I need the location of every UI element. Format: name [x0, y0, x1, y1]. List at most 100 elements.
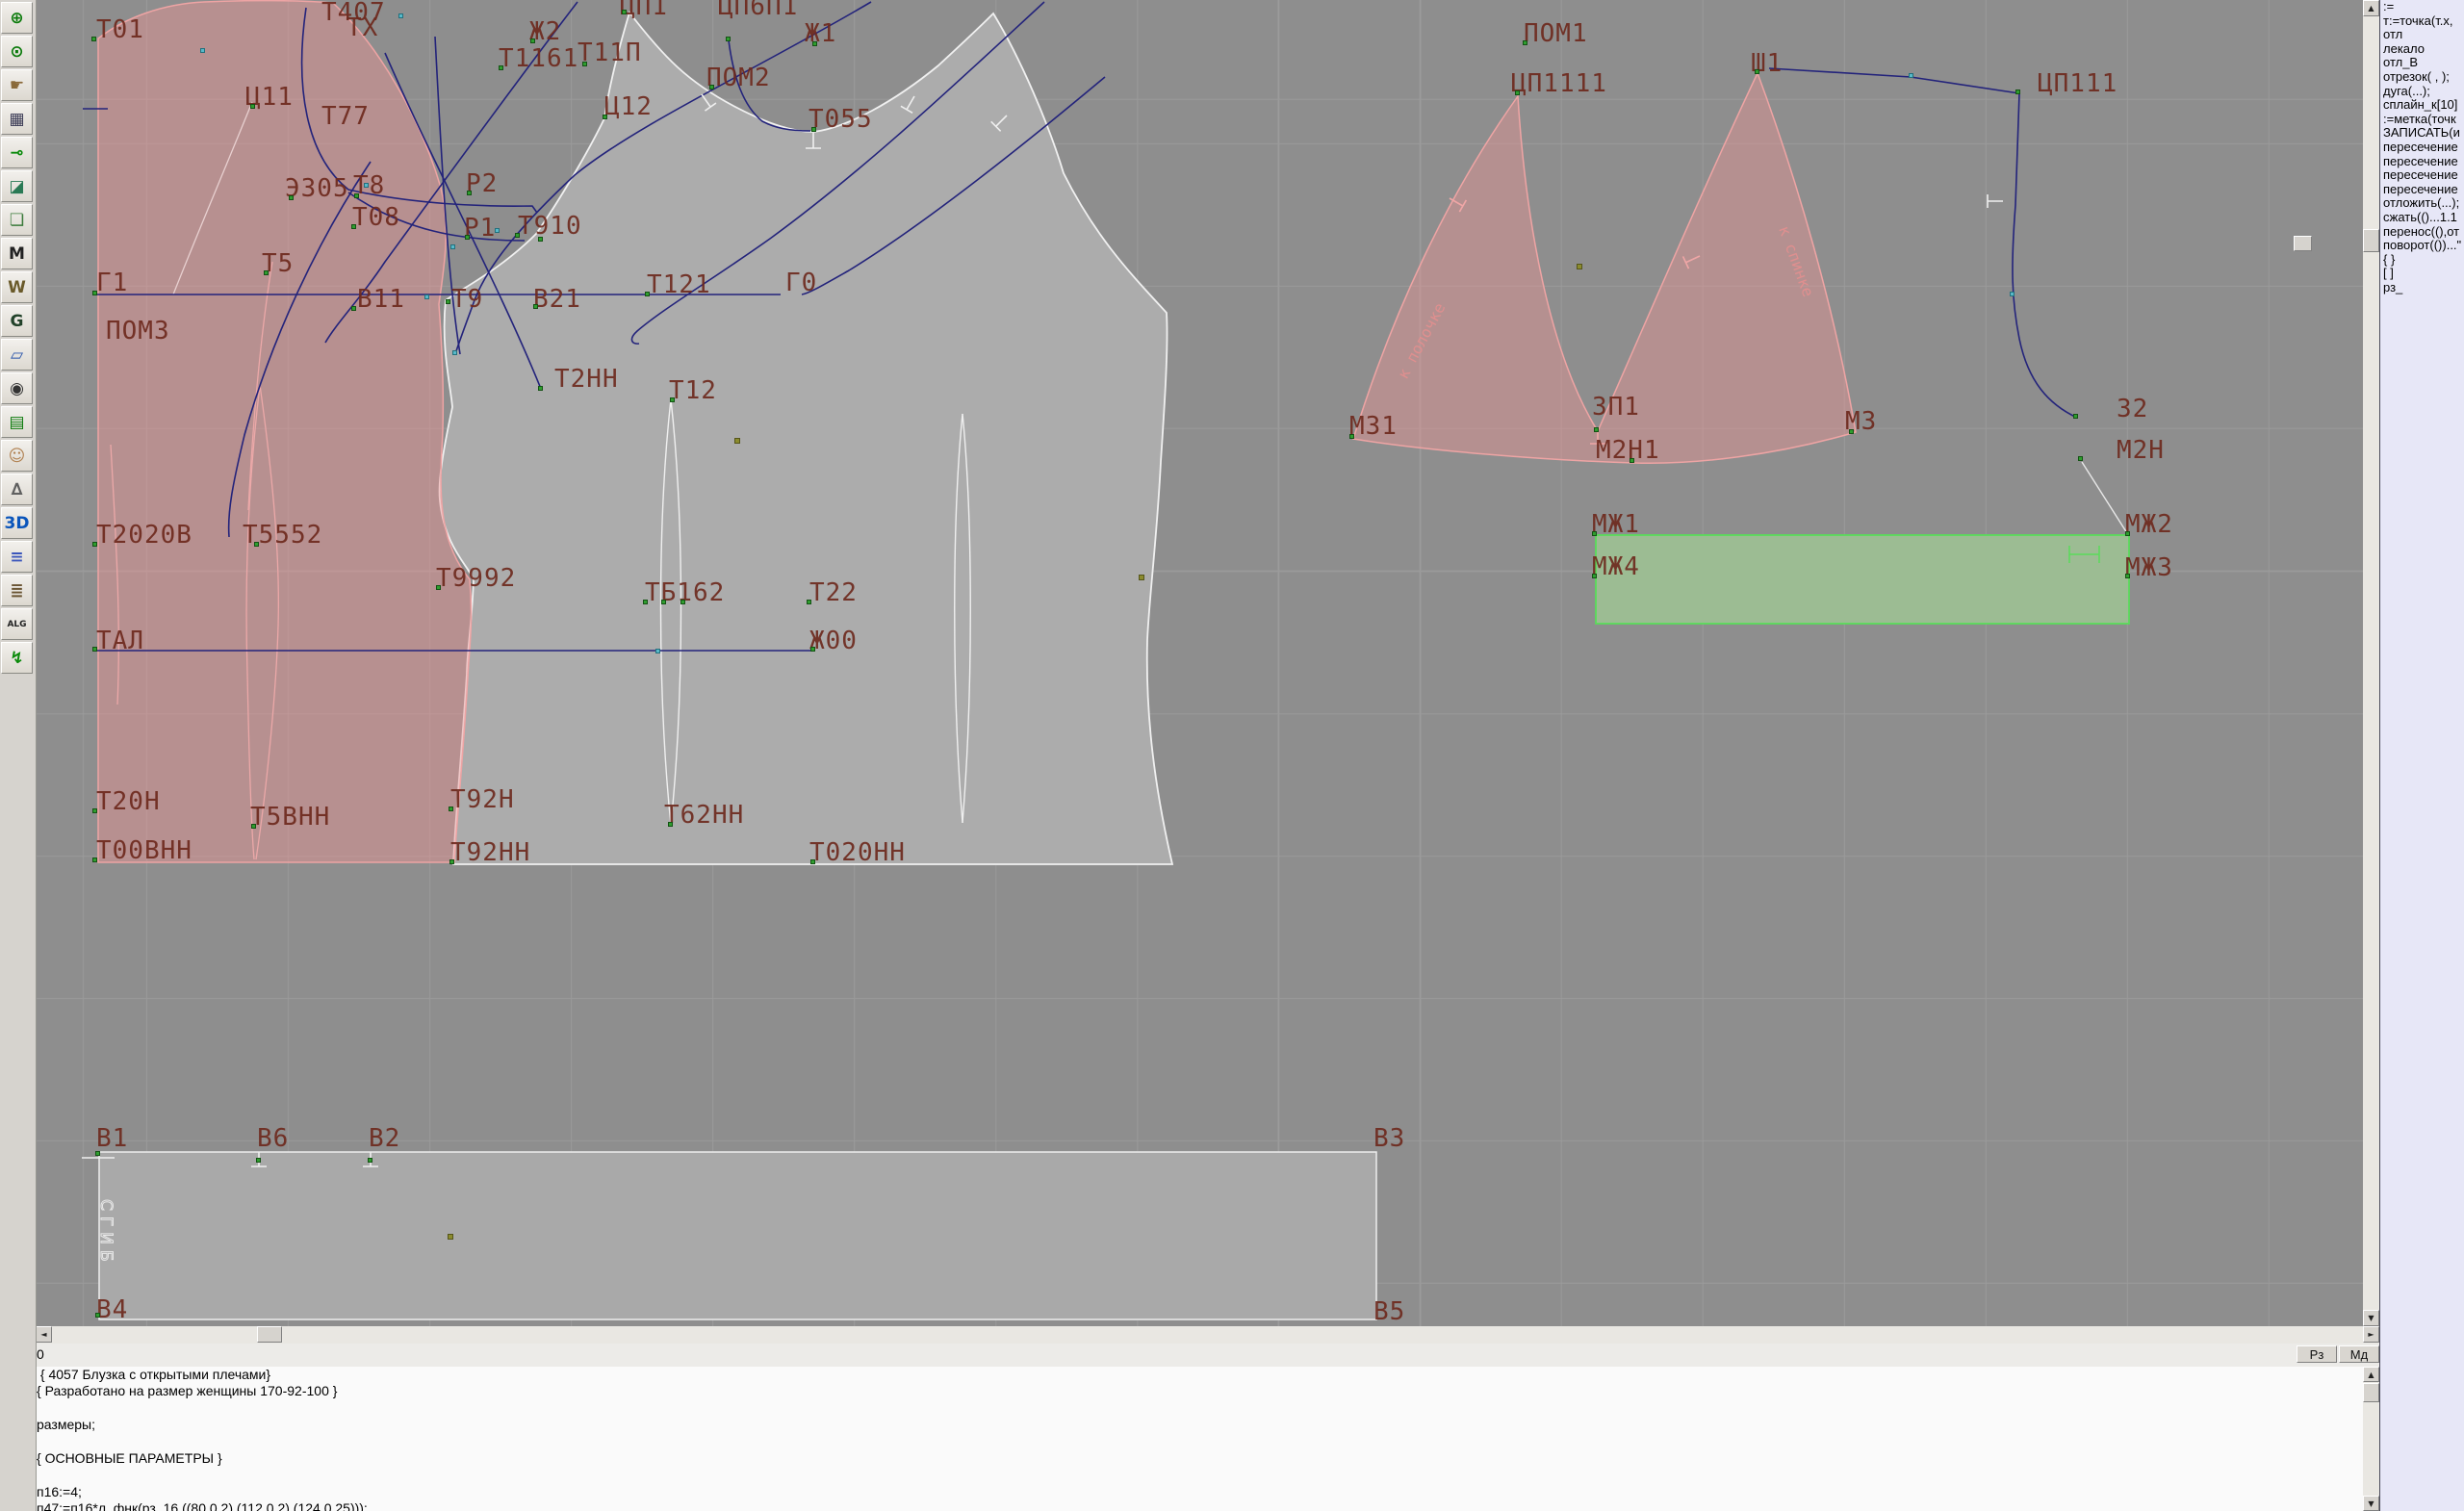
- construction-point: [807, 600, 811, 604]
- scroll-left-button[interactable]: ◄: [36, 1326, 52, 1343]
- point-label: В6: [257, 1126, 289, 1151]
- command-item[interactable]: отрезок( , );: [2380, 70, 2464, 85]
- pattern-piece-icon[interactable]: ❏: [1, 204, 33, 236]
- command-item[interactable]: пересечение: [2380, 141, 2464, 155]
- point-label: МЖ3: [2125, 555, 2173, 580]
- point-label: Т121: [647, 272, 711, 297]
- pattern-g-icon[interactable]: G: [1, 305, 33, 337]
- point-label: Т12: [669, 378, 717, 403]
- green-band-piece: [1596, 535, 2129, 624]
- command-item[interactable]: дуга(...);: [2380, 85, 2464, 99]
- command-item[interactable]: рз_: [2380, 281, 2464, 295]
- command-item[interactable]: сжать(()...1.1: [2380, 211, 2464, 225]
- editor-vscrollbar[interactable]: ▲ ▼: [2363, 1367, 2379, 1511]
- measure-line-icon[interactable]: ⊸: [1, 137, 33, 168]
- status-value: 0: [37, 1346, 44, 1362]
- md-button[interactable]: Мд: [2339, 1345, 2379, 1363]
- command-item[interactable]: сплайн_к[10]: [2380, 98, 2464, 113]
- code-editor[interactable]: { 4057 Блузка с открытыми плечами}{ Разр…: [0, 1367, 2363, 1511]
- point-label: Т77: [321, 104, 370, 129]
- editor-scroll-up-button[interactable]: ▲: [2363, 1367, 2379, 1382]
- hscroll-thumb[interactable]: [257, 1326, 282, 1343]
- scroll-down-button[interactable]: ▼: [2363, 1310, 2379, 1326]
- construction-point: [446, 299, 450, 304]
- construction-point: [2125, 531, 2130, 536]
- point-label: МЖ4: [1592, 554, 1640, 579]
- command-item[interactable]: пересечение: [2380, 168, 2464, 183]
- command-item[interactable]: пересечение: [2380, 155, 2464, 169]
- construction-point: [91, 37, 96, 41]
- construction-point: [1349, 434, 1354, 439]
- bottom-band-piece: [99, 1152, 1376, 1319]
- construction-point: [351, 224, 356, 229]
- books-icon[interactable]: ≣: [1, 575, 33, 606]
- table-report-icon[interactable]: ▤: [1, 406, 33, 438]
- zoom-sheet-icon: ⊙: [10, 42, 23, 62]
- code-line: п16:=4;: [0, 1484, 2363, 1500]
- curve-point: [450, 244, 455, 249]
- construction-point: [92, 542, 97, 547]
- 3d-icon[interactable]: 3D: [1, 507, 33, 539]
- command-item[interactable]: :=метка(точк: [2380, 113, 2464, 127]
- point-label: Т2НН: [554, 367, 619, 392]
- text-doc-icon[interactable]: ≡: [1, 541, 33, 573]
- command-item[interactable]: отл_В: [2380, 56, 2464, 70]
- point-label: Г1: [96, 270, 128, 295]
- command-item[interactable]: отл: [2380, 28, 2464, 42]
- table-report-icon: ▤: [9, 413, 24, 432]
- ruler-icon[interactable]: ▱: [1, 339, 33, 371]
- construction-point: [92, 858, 97, 862]
- center-mark: [734, 438, 740, 444]
- command-item[interactable]: т:=точка(т.х,: [2380, 14, 2464, 29]
- command-item[interactable]: лекало: [2380, 42, 2464, 57]
- vscroll-thumb[interactable]: [2363, 229, 2379, 252]
- point-label: Т910: [518, 214, 582, 239]
- editor-scroll-down-button[interactable]: ▼: [2363, 1496, 2379, 1511]
- zoom-in-icon[interactable]: ⊕: [1, 2, 33, 34]
- point-label: В2: [369, 1126, 400, 1151]
- curve-point: [452, 350, 457, 355]
- canvas-vscrollbar[interactable]: ▲ ▼: [2363, 0, 2379, 1326]
- panel-splitter-handle[interactable]: [2294, 236, 2312, 251]
- camera-icon[interactable]: ◉: [1, 372, 33, 404]
- model-photo-icon[interactable]: ☺: [1, 440, 33, 472]
- code-line: размеры;: [0, 1417, 2363, 1433]
- center-mark: [1139, 575, 1144, 580]
- command-item[interactable]: отложить(...);: [2380, 196, 2464, 211]
- curve-point: [2010, 292, 2015, 296]
- clear-broom-icon[interactable]: ↯: [1, 642, 33, 674]
- image-icon[interactable]: ◪: [1, 170, 33, 202]
- alg-icon[interactable]: ALG: [1, 608, 33, 640]
- command-item[interactable]: { }: [2380, 253, 2464, 268]
- point-label: ТАЛ: [96, 628, 144, 653]
- command-item[interactable]: перенос((),от: [2380, 225, 2464, 240]
- code-line: п47:=п16*л фнк(рз 16,((80,0.2),(112,0.2)…: [0, 1500, 2363, 1511]
- scroll-up-button[interactable]: ▲: [2363, 0, 2379, 16]
- construction-point: [351, 306, 356, 311]
- back-bodice-piece: [98, 1, 472, 862]
- command-item[interactable]: ЗАПИСАТЬ(и: [2380, 126, 2464, 141]
- command-item[interactable]: пересечение: [2380, 183, 2464, 197]
- pattern-m-icon[interactable]: M: [1, 238, 33, 269]
- point-label: В1: [96, 1126, 128, 1151]
- canvas-hscrollbar[interactable]: ◄ ►: [36, 1326, 2379, 1344]
- point-label: ЦП6П1: [718, 0, 798, 19]
- hand-pattern-icon[interactable]: ☛: [1, 69, 33, 101]
- zoom-sheet-icon[interactable]: ⊙: [1, 36, 33, 67]
- command-item[interactable]: :=: [2380, 0, 2464, 14]
- command-item[interactable]: поворот(())...": [2380, 239, 2464, 253]
- rz-button[interactable]: Рз: [2297, 1345, 2337, 1363]
- curve-point: [1909, 73, 1913, 78]
- construction-point: [726, 37, 731, 41]
- drafting-w-icon[interactable]: W: [1, 271, 33, 303]
- point-label: В3: [1373, 1126, 1405, 1151]
- command-item[interactable]: [ ]: [2380, 267, 2464, 281]
- construction-point: [436, 585, 441, 590]
- point-label: М2Н1: [1596, 438, 1660, 463]
- grid-icon[interactable]: ▦: [1, 103, 33, 135]
- construction-point: [661, 600, 666, 604]
- scroll-right-button[interactable]: ►: [2363, 1326, 2379, 1343]
- garment-icon[interactable]: ∆: [1, 474, 33, 505]
- editor-vscroll-thumb[interactable]: [2363, 1383, 2379, 1402]
- construction-point: [812, 41, 817, 46]
